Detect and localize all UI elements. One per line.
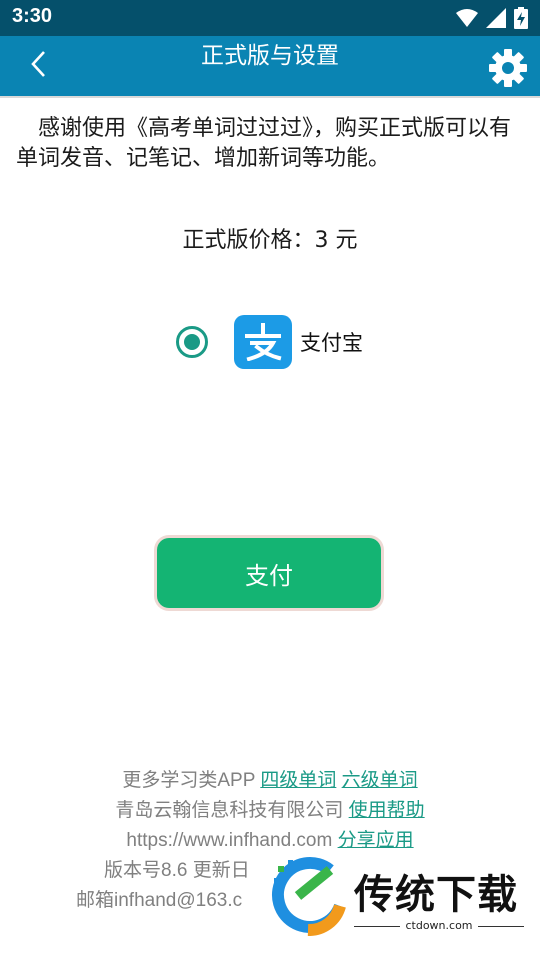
status-icons xyxy=(456,7,528,33)
payment-radio[interactable] xyxy=(176,326,208,358)
cell-signal-icon xyxy=(486,8,506,32)
intro-text: 感谢使用《高考单词过过过》，购买正式版可以有单词发音、记笔记、增加新词等功能。 xyxy=(16,116,512,171)
footer-line-website: https://www.infhand.com 分享应用 xyxy=(0,826,540,856)
battery-icon xyxy=(514,7,528,33)
app-bar-divider xyxy=(0,96,540,98)
company-name: 青岛云翰信息科技有限公司 xyxy=(115,800,344,821)
footer-line-apps: 更多学习类APP 四级单词 六级单词 xyxy=(0,766,540,796)
price-text: 正式版价格：3 元 xyxy=(182,228,358,253)
watermark-logo-icon xyxy=(272,856,346,936)
settings-button[interactable] xyxy=(488,48,528,88)
website-url[interactable]: https://www.infhand.com xyxy=(126,830,332,851)
link-cet6-words[interactable]: 六级单词 xyxy=(342,770,418,791)
watermark-divider-right xyxy=(478,926,524,927)
payment-label: 支付宝 xyxy=(300,331,363,355)
gear-icon xyxy=(488,49,528,92)
payment-option-alipay[interactable]: 支付宝 xyxy=(176,312,363,372)
link-cet4-words[interactable]: 四级单词 xyxy=(260,770,336,791)
link-share-app[interactable]: 分享应用 xyxy=(338,830,414,851)
more-apps-text: 更多学习类APP xyxy=(122,770,256,791)
footer-line-company: 青岛云翰信息科技有限公司 使用帮助 xyxy=(0,796,540,826)
wifi-icon xyxy=(456,8,478,32)
pay-button[interactable]: 支付 xyxy=(157,538,381,608)
link-help[interactable]: 使用帮助 xyxy=(349,800,425,821)
status-time: 3:30 xyxy=(12,5,53,27)
watermark-brand: 传统下载 xyxy=(354,872,518,918)
radio-selected-dot xyxy=(184,334,200,350)
alipay-logo-icon xyxy=(234,315,292,369)
app-bar: 正式版与设置 xyxy=(0,36,540,96)
email-text: 邮箱infhand@163.c xyxy=(76,890,243,911)
watermark: 传统下载 ctdown.com xyxy=(268,856,530,936)
page-title: 正式版与设置 xyxy=(201,43,339,69)
status-bar: 3:30 xyxy=(0,0,540,36)
version-text: 版本号8.6 更新日 xyxy=(104,860,250,881)
